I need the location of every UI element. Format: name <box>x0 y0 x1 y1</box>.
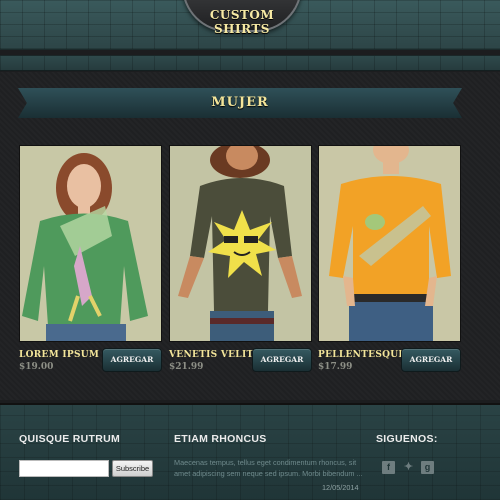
logo-text: CUSTOM SHIRTS <box>209 8 275 36</box>
news-heading: ETIAM RHONCUS <box>174 433 267 445</box>
twitter-icon[interactable]: ✦ <box>402 461 415 474</box>
header-band: CUSTOM SHIRTS <box>0 0 500 50</box>
product-image[interactable] <box>318 145 461 342</box>
news-excerpt[interactable]: Maecenas tempus, tellus eget condimentum… <box>174 457 364 479</box>
product-price: $19.00 <box>19 362 54 372</box>
newsletter-email-input[interactable] <box>19 460 109 477</box>
newsletter-heading: QUISQUE RUTRUM <box>19 433 121 445</box>
add-to-cart-button[interactable]: AGREGAR <box>252 348 312 372</box>
nav-stripe <box>0 55 500 71</box>
add-to-cart-button[interactable]: AGREGAR <box>102 348 162 372</box>
product-image[interactable] <box>169 145 312 342</box>
product-name[interactable]: LOREM IPSUM <box>19 350 99 360</box>
product-image[interactable] <box>19 145 162 342</box>
news-date: 12/05/2014 <box>322 483 359 492</box>
main-content: MUJER LOREM IPSUM $19.00 AGREGAR VENETIS… <box>0 72 500 400</box>
google-plus-icon[interactable]: g <box>421 461 434 474</box>
add-to-cart-button[interactable]: AGREGAR <box>401 348 461 372</box>
subscribe-button[interactable]: Subscribe <box>112 460 153 477</box>
product-name[interactable]: PELLENTESQUE <box>318 350 406 360</box>
product-photo-illustration <box>319 146 460 341</box>
social-heading: SIGUENOS: <box>376 433 438 445</box>
product-card: LOREM IPSUM $19.00 AGREGAR <box>19 145 162 372</box>
product-name[interactable]: VENETIS VELIT <box>169 350 253 360</box>
facebook-icon[interactable]: f <box>382 461 395 474</box>
product-card: VENETIS VELIT $21.99 AGREGAR <box>169 145 312 372</box>
logo[interactable]: CUSTOM SHIRTS <box>182 0 302 36</box>
product-price: $17.99 <box>318 362 353 372</box>
section-banner: MUJER <box>18 88 462 118</box>
product-photo-illustration <box>170 146 311 341</box>
footer: QUISQUE RUTRUM Subscribe ETIAM RHONCUS M… <box>0 403 500 500</box>
product-card: PELLENTESQUE $17.99 AGREGAR <box>318 145 461 372</box>
product-price: $21.99 <box>169 362 204 372</box>
product-photo-illustration <box>20 146 161 341</box>
section-title: MUJER <box>211 95 269 110</box>
